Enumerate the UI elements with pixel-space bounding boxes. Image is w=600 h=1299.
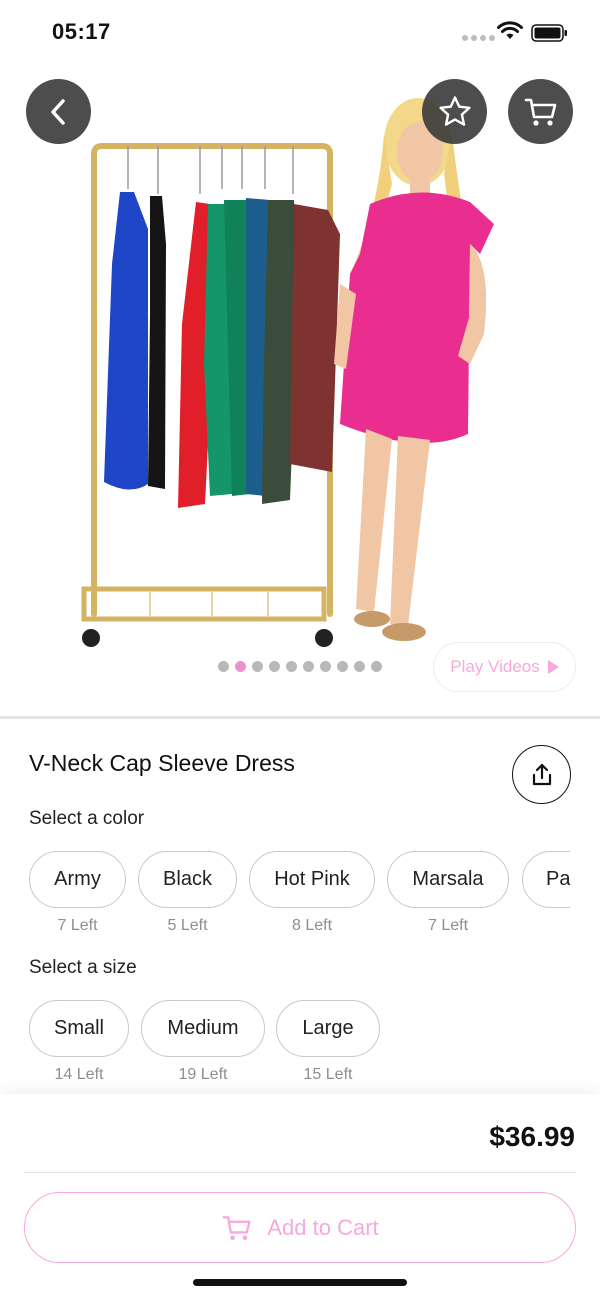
color-chip[interactable]: Pa <box>522 851 570 908</box>
stock-count: 7 Left <box>427 917 469 934</box>
cart-icon <box>524 98 556 126</box>
color-option[interactable]: Black 5 Left <box>138 851 237 935</box>
size-chip[interactable]: Large <box>276 1000 380 1057</box>
cart-button[interactable] <box>508 79 573 144</box>
favorite-button[interactable] <box>422 79 487 144</box>
pager-dot[interactable] <box>320 660 331 672</box>
size-option[interactable]: Medium 19 Left <box>141 1000 265 1084</box>
star-outline-icon <box>438 95 471 126</box>
stock-count: 19 Left <box>178 1066 228 1083</box>
pager-dot[interactable] <box>371 660 382 672</box>
color-option[interactable]: Hot Pink 8 Left <box>249 851 375 935</box>
color-chip[interactable]: Black <box>138 851 237 908</box>
stock-count: 15 Left <box>303 1066 353 1083</box>
color-chip[interactable]: Hot Pink <box>249 851 375 908</box>
pager-dot[interactable] <box>286 660 297 672</box>
color-chip[interactable]: Army <box>29 851 126 908</box>
cart-icon <box>222 1215 251 1240</box>
play-videos-button[interactable]: Play Videos <box>433 642 576 692</box>
pager-dot[interactable] <box>252 660 263 672</box>
share-button[interactable] <box>512 745 571 804</box>
color-options: Army 7 Left Black 5 Left Hot Pink 8 Left… <box>29 851 570 947</box>
image-pager[interactable] <box>204 650 396 682</box>
play-icon <box>547 660 559 674</box>
color-chip[interactable]: Marsala <box>387 851 509 908</box>
section-divider <box>0 716 600 719</box>
chevron-left-icon <box>50 98 65 125</box>
pager-dot[interactable] <box>218 660 229 672</box>
stock-count: 8 Left <box>291 917 333 934</box>
wifi-icon <box>497 21 523 39</box>
color-option[interactable]: Army 7 Left <box>29 851 126 935</box>
pager-dot[interactable] <box>269 660 280 672</box>
pager-dot[interactable] <box>303 660 314 672</box>
pager-dot[interactable] <box>337 660 348 672</box>
product-price: $36.99 <box>489 1121 575 1152</box>
size-option[interactable]: Large 15 Left <box>276 1000 380 1084</box>
color-option[interactable]: Marsala 7 Left <box>387 851 509 935</box>
add-to-cart-button[interactable]: Add to Cart <box>24 1192 576 1263</box>
status-bar: 05:17 <box>0 0 600 64</box>
cellular-signal-icon <box>462 35 495 41</box>
home-indicator <box>193 1279 407 1286</box>
share-icon <box>532 763 551 785</box>
add-to-cart-label: Add to Cart <box>267 1214 379 1240</box>
color-section-label: Select a color <box>29 808 145 829</box>
size-section-label: Select a size <box>29 957 137 978</box>
play-videos-label: Play Videos <box>450 657 540 676</box>
pager-dot[interactable] <box>235 660 246 672</box>
battery-icon <box>531 24 567 42</box>
back-button[interactable] <box>26 79 91 144</box>
stock-count: 14 Left <box>54 1066 104 1083</box>
stock-count: 5 Left <box>167 917 208 934</box>
size-chip[interactable]: Medium <box>141 1000 265 1057</box>
checkout-divider <box>24 1172 576 1173</box>
size-options: Small 14 Left Medium 19 Left Large 15 Le… <box>29 1000 570 1096</box>
color-option[interactable]: Pa <box>522 851 570 917</box>
product-image-gallery[interactable]: Play Videos <box>0 64 600 716</box>
product-title: V-Neck Cap Sleeve Dress <box>29 750 295 776</box>
product-photo <box>81 98 494 647</box>
pager-dot[interactable] <box>354 660 365 672</box>
status-time: 05:17 <box>52 19 111 44</box>
stock-count: 7 Left <box>57 917 98 934</box>
size-chip[interactable]: Small <box>29 1000 129 1057</box>
size-option[interactable]: Small 14 Left <box>29 1000 129 1084</box>
